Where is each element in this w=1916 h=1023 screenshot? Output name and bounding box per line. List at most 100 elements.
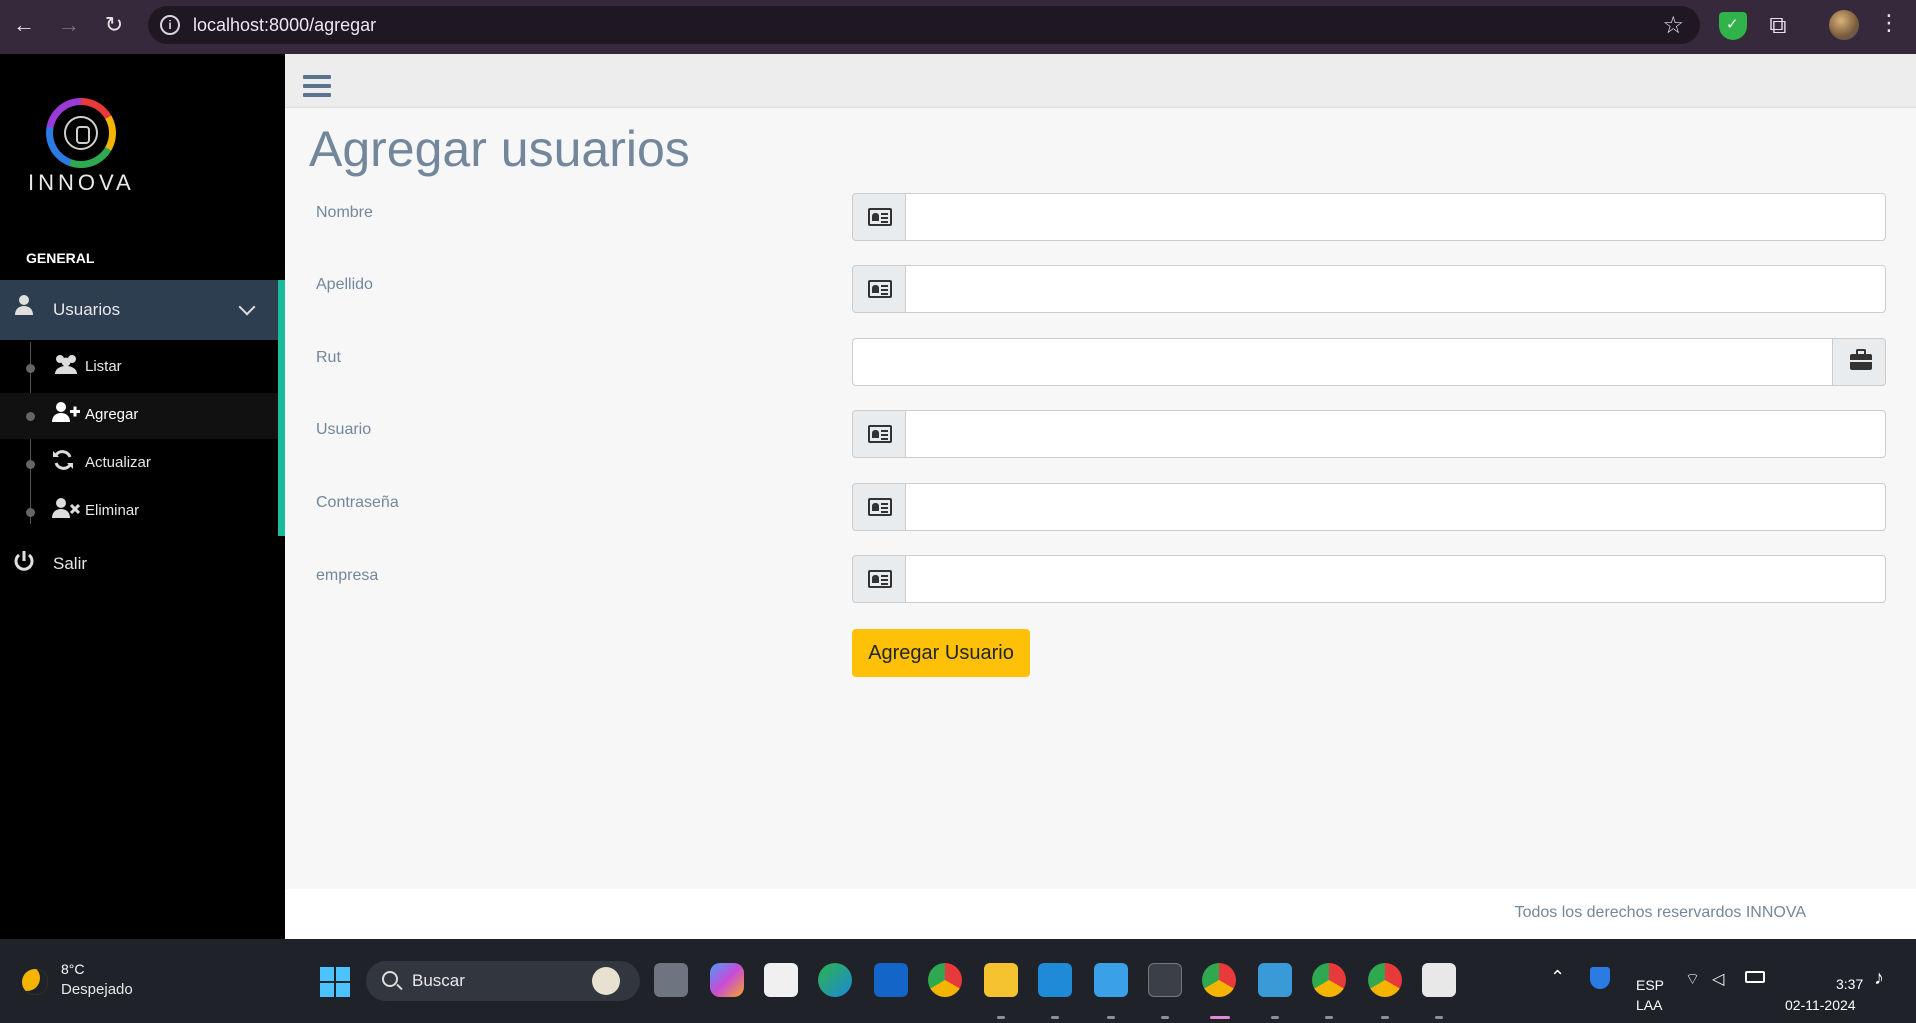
tray-chevron-up-icon[interactable]: ⌃	[1550, 967, 1565, 988]
vscode-icon[interactable]	[1038, 963, 1072, 997]
running-indicator	[1107, 1016, 1115, 1019]
sidebar-item-salir[interactable]: Salir	[53, 554, 87, 574]
id-card-icon	[868, 280, 892, 298]
url-text: localhost:8000/agregar	[193, 15, 377, 35]
browser-toolbar: ← → ↻ i localhost:8000/agregar ☆ ⧉ ⋮	[0, 0, 1916, 54]
footer: Todos los derechos reservardos INNOVA	[285, 889, 1916, 939]
contrasena-input[interactable]	[905, 483, 1886, 531]
id-card-icon	[868, 208, 892, 226]
power-icon	[13, 550, 35, 578]
windows-start-icon[interactable]	[320, 967, 350, 997]
submenu-dot	[26, 460, 35, 469]
chrome-second-icon[interactable]	[1368, 963, 1402, 997]
label-usuario: Usuario	[316, 421, 372, 438]
label-contrasena: Contraseña	[316, 494, 399, 511]
windows-taskbar: 8°C Despejado Buscar ⌃ ESP LAA ⌔ ◁ 3:37 …	[0, 939, 1916, 1023]
weather-desc[interactable]: Despejado	[61, 981, 133, 998]
main-content: Agregar usuarios Nombre Apellido Rut Usu…	[285, 54, 1916, 939]
user-times-icon	[52, 497, 81, 519]
submenu-item-agregar-active[interactable]	[0, 393, 278, 439]
submenu-item-listar[interactable]: Listar	[85, 358, 122, 375]
outlook-icon[interactable]	[874, 963, 908, 997]
submenu-item-actualizar[interactable]: Actualizar	[85, 454, 151, 471]
contrasena-addon	[852, 483, 906, 531]
search-placeholder: Buscar	[412, 971, 465, 990]
submenu-dot	[26, 412, 35, 421]
address-bar[interactable]: i localhost:8000/agregar ☆	[148, 6, 1700, 44]
section-label-general: GENERAL	[26, 250, 95, 266]
running-indicator	[997, 1016, 1005, 1019]
running-indicator	[1161, 1016, 1169, 1019]
submenu-item-eliminar[interactable]: Eliminar	[85, 502, 139, 519]
running-indicator	[1271, 1016, 1279, 1019]
profile-avatar[interactable]	[1829, 10, 1859, 40]
id-card-icon	[868, 498, 892, 516]
usuario-input[interactable]	[905, 410, 1886, 458]
taskbar-search[interactable]: Buscar	[366, 961, 640, 1001]
terminal-icon[interactable]	[1148, 963, 1182, 997]
contrasena-input-group	[852, 483, 1886, 531]
submenu-item-agregar[interactable]: Agregar	[85, 406, 138, 423]
notification-bell-icon[interactable]: ♪	[1874, 967, 1884, 990]
rut-addon	[1832, 338, 1886, 386]
empresa-input-group	[852, 555, 1886, 603]
label-empresa: empresa	[316, 567, 379, 584]
sidebar-item-usuarios-label: Usuarios	[53, 300, 121, 319]
bookmark-star-icon[interactable]: ☆	[1662, 11, 1684, 40]
back-icon[interactable]: ←	[10, 11, 38, 39]
reload-icon[interactable]: ↻	[100, 11, 128, 39]
wifi-icon[interactable]: ⌔	[1685, 969, 1700, 989]
volume-icon[interactable]: ◁	[1712, 969, 1724, 989]
active-indicator	[278, 280, 285, 536]
id-card-icon	[868, 425, 892, 443]
extensions-puzzle-icon[interactable]: ⧉	[1764, 12, 1792, 40]
forward-icon[interactable]: →	[55, 11, 83, 39]
clock-time[interactable]: 3:37	[1836, 976, 1863, 992]
snipping-tool-icon[interactable]	[1422, 963, 1456, 997]
users-icon	[52, 353, 80, 375]
chrome-icon[interactable]	[928, 963, 962, 997]
defender-icon[interactable]	[1590, 967, 1610, 989]
rut-input[interactable]	[852, 338, 1833, 386]
battery-icon[interactable]	[1745, 971, 1765, 983]
id-card-icon	[868, 570, 892, 588]
apellido-addon	[852, 265, 906, 313]
file-explorer-icon[interactable]	[984, 963, 1018, 997]
nombre-input-group	[852, 193, 1886, 241]
refresh-icon	[52, 449, 80, 471]
submenu-dot	[26, 364, 35, 373]
moon-icon[interactable]	[22, 969, 48, 995]
lang-top[interactable]: ESP	[1636, 977, 1664, 993]
chrome-active-icon[interactable]	[1202, 963, 1236, 997]
running-indicator	[1381, 1016, 1389, 1019]
sidebar: INNOVA GENERAL Usuarios Listar Agregar A…	[0, 54, 285, 939]
weather-temp[interactable]: 8°C	[61, 961, 85, 977]
media-app-icon[interactable]	[1258, 963, 1292, 997]
hamburger-menu-icon[interactable]	[303, 75, 331, 97]
agregar-usuario-button[interactable]: Agregar Usuario	[852, 629, 1030, 677]
label-apellido: Apellido	[316, 276, 373, 293]
task-view-icon[interactable]	[654, 963, 688, 997]
copilot-icon[interactable]	[710, 963, 744, 997]
apellido-input[interactable]	[905, 265, 1886, 313]
lang-bottom[interactable]: LAA	[1636, 997, 1662, 1013]
active-indicator	[1210, 1016, 1230, 1019]
site-info-icon[interactable]: i	[160, 15, 180, 35]
browser-menu-icon[interactable]: ⋮	[1878, 10, 1900, 36]
nombre-input[interactable]	[905, 193, 1886, 241]
chrome-profile-icon[interactable]	[1312, 963, 1346, 997]
innova-logo-emblem-icon	[64, 116, 98, 150]
empresa-input[interactable]	[905, 555, 1886, 603]
store-icon[interactable]	[764, 963, 798, 997]
edge-icon[interactable]	[818, 963, 852, 997]
apellido-input-group	[852, 265, 1886, 313]
top-bar	[285, 54, 1916, 108]
logo-text: INNOVA	[28, 170, 135, 195]
briefcase-icon	[1850, 349, 1872, 370]
shield-extension-icon[interactable]	[1719, 12, 1747, 40]
notepad-icon[interactable]	[1094, 963, 1128, 997]
running-indicator	[1435, 1016, 1443, 1019]
clock-date[interactable]: 02-11-2024	[1785, 997, 1856, 1013]
submenu-dot	[26, 508, 35, 517]
user-plus-icon	[52, 401, 80, 423]
